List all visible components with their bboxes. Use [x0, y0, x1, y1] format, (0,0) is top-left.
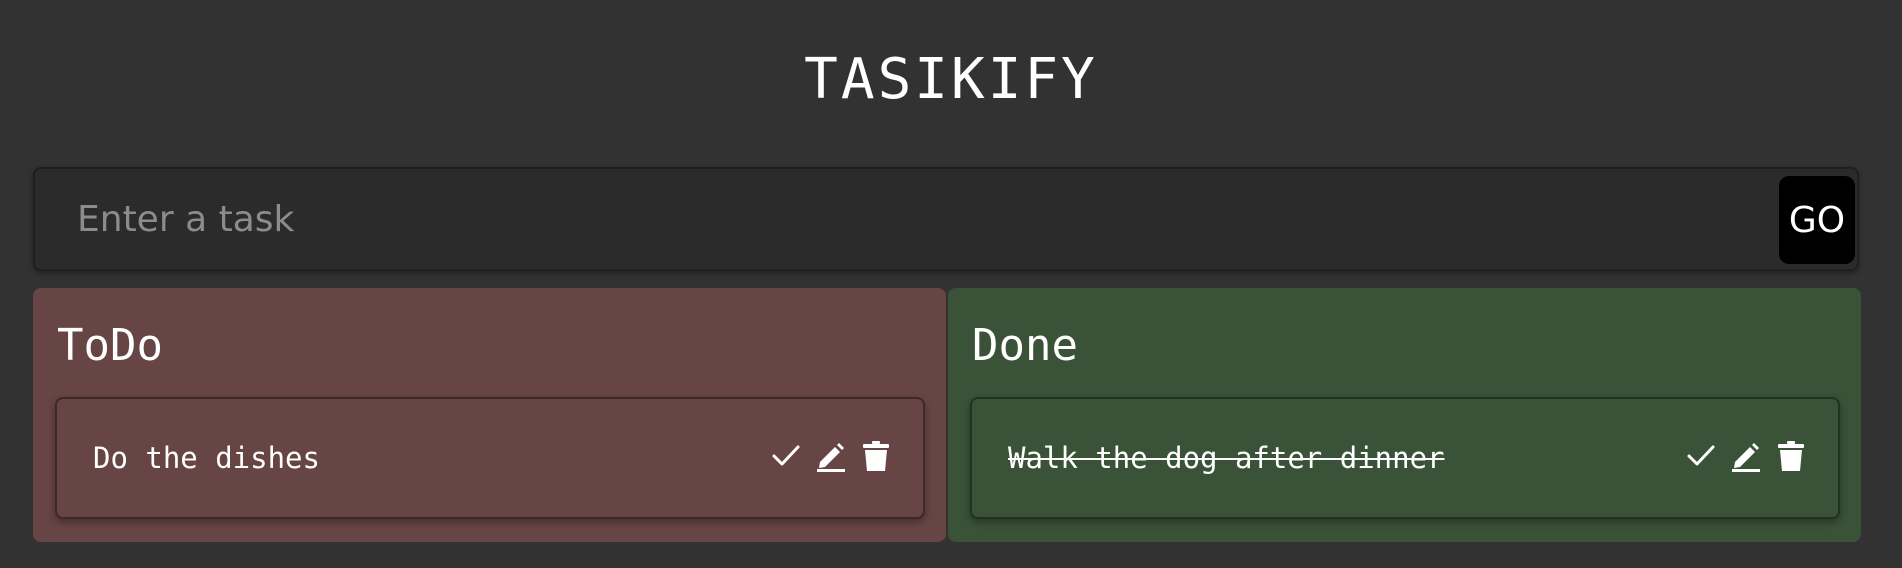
- task-actions: [1673, 439, 1808, 473]
- trash-icon[interactable]: [859, 439, 893, 473]
- go-button[interactable]: GO: [1779, 176, 1855, 264]
- task-text: Walk the dog after dinner: [1008, 441, 1445, 475]
- check-icon[interactable]: [1684, 439, 1718, 473]
- task-actions: [758, 439, 893, 473]
- task-input[interactable]: [35, 169, 1775, 269]
- app-title: TASIKIFY: [804, 47, 1098, 112]
- done-column: Done Walk the dog after dinner: [948, 288, 1861, 542]
- task-card: Walk the dog after dinner: [970, 397, 1840, 519]
- task-text: Do the dishes: [93, 441, 320, 475]
- todo-column: ToDo Do the dishes: [33, 288, 946, 542]
- pencil-icon[interactable]: [1729, 439, 1763, 473]
- pencil-icon[interactable]: [814, 439, 848, 473]
- task-card: Do the dishes: [55, 397, 925, 519]
- trash-icon[interactable]: [1774, 439, 1808, 473]
- task-form: GO: [33, 167, 1859, 271]
- check-icon[interactable]: [769, 439, 803, 473]
- done-heading: Done: [972, 320, 1078, 371]
- todo-heading: ToDo: [57, 320, 163, 371]
